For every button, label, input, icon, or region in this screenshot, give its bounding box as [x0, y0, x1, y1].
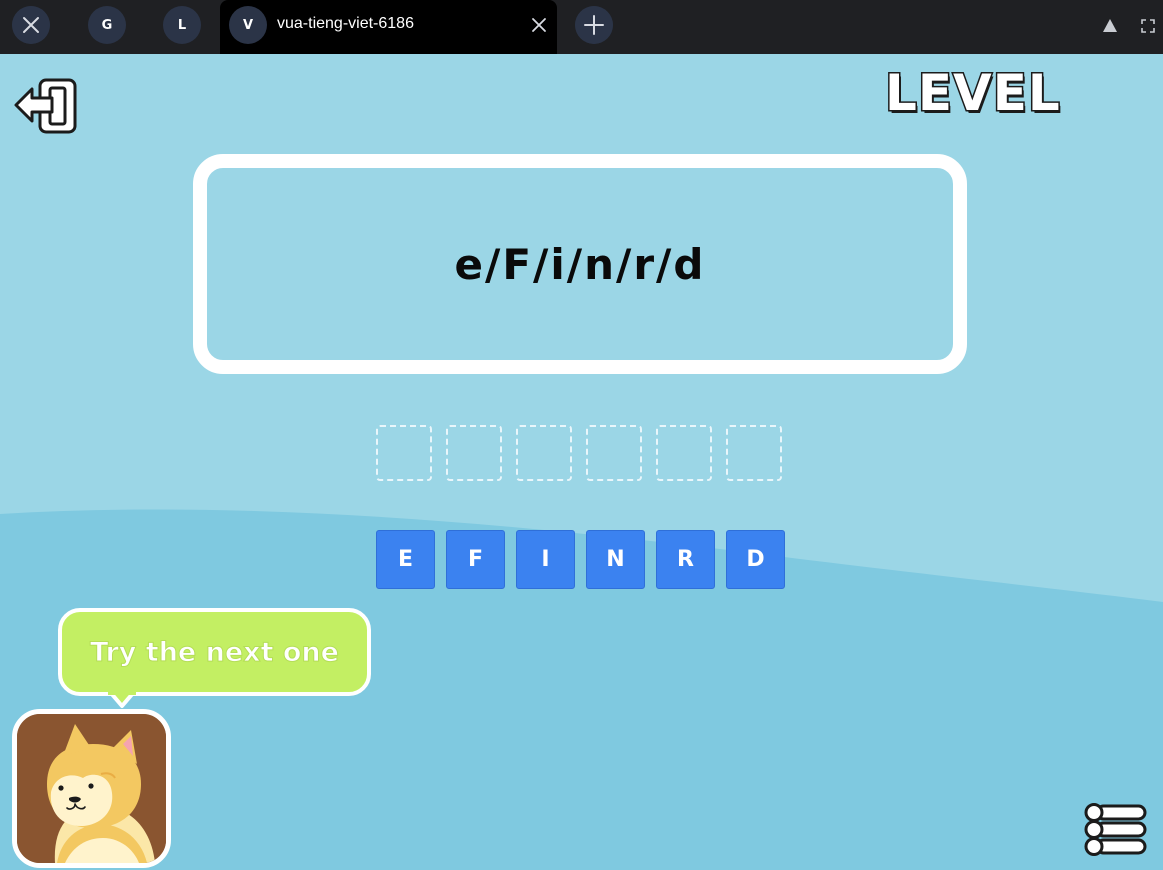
letter-tile-n[interactable]: N	[586, 530, 645, 589]
answer-slot[interactable]	[376, 425, 432, 481]
tab-active[interactable]: V vua-tieng-viet-6186	[220, 0, 557, 54]
letter-tile-f[interactable]: F	[446, 530, 505, 589]
browser-tab-bar: G L V vua-tieng-viet-6186	[0, 0, 1163, 54]
close-icon[interactable]	[12, 6, 50, 44]
letter-tile-i[interactable]: I	[516, 530, 575, 589]
list-menu-icon[interactable]	[1083, 802, 1149, 858]
tab-v-label: V	[242, 17, 254, 33]
exit-icon[interactable]	[12, 74, 80, 136]
tab-l-label: L	[177, 17, 187, 33]
answer-slot[interactable]	[586, 425, 642, 481]
level-title: LEVEL	[884, 63, 1062, 124]
letter-tile-r[interactable]: R	[656, 530, 715, 589]
tab-l[interactable]: L	[163, 6, 201, 44]
answer-slot[interactable]	[516, 425, 572, 481]
tab-close-icon[interactable]	[528, 14, 550, 36]
answer-slot[interactable]	[446, 425, 502, 481]
tab-g-label: G	[101, 17, 113, 33]
answer-slot[interactable]	[656, 425, 712, 481]
tab-v-favicon: V	[229, 6, 267, 44]
letter-tile-d[interactable]: D	[726, 530, 785, 589]
question-box: e/F/i/n/r/d	[193, 154, 967, 374]
shiba-dog-icon	[17, 714, 166, 863]
tab-g[interactable]: G	[88, 6, 126, 44]
answer-slot[interactable]	[726, 425, 782, 481]
tab-title: vua-tieng-viet-6186	[277, 15, 414, 32]
scrambled-word: e/F/i/n/r/d	[454, 239, 706, 289]
speech-bubble-tail	[108, 692, 136, 708]
mascot-avatar	[12, 709, 171, 868]
fullscreen-icon[interactable]	[1137, 15, 1159, 37]
new-tab-icon[interactable]	[575, 6, 613, 44]
letter-tile-e[interactable]: E	[376, 530, 435, 589]
speech-bubble-text: Try the next one	[90, 636, 340, 668]
game-area: LEVEL e/F/i/n/r/d E F I N R D Try the ne…	[0, 54, 1163, 870]
triangle-up-icon[interactable]	[1099, 15, 1121, 37]
speech-bubble: Try the next one	[58, 608, 371, 696]
